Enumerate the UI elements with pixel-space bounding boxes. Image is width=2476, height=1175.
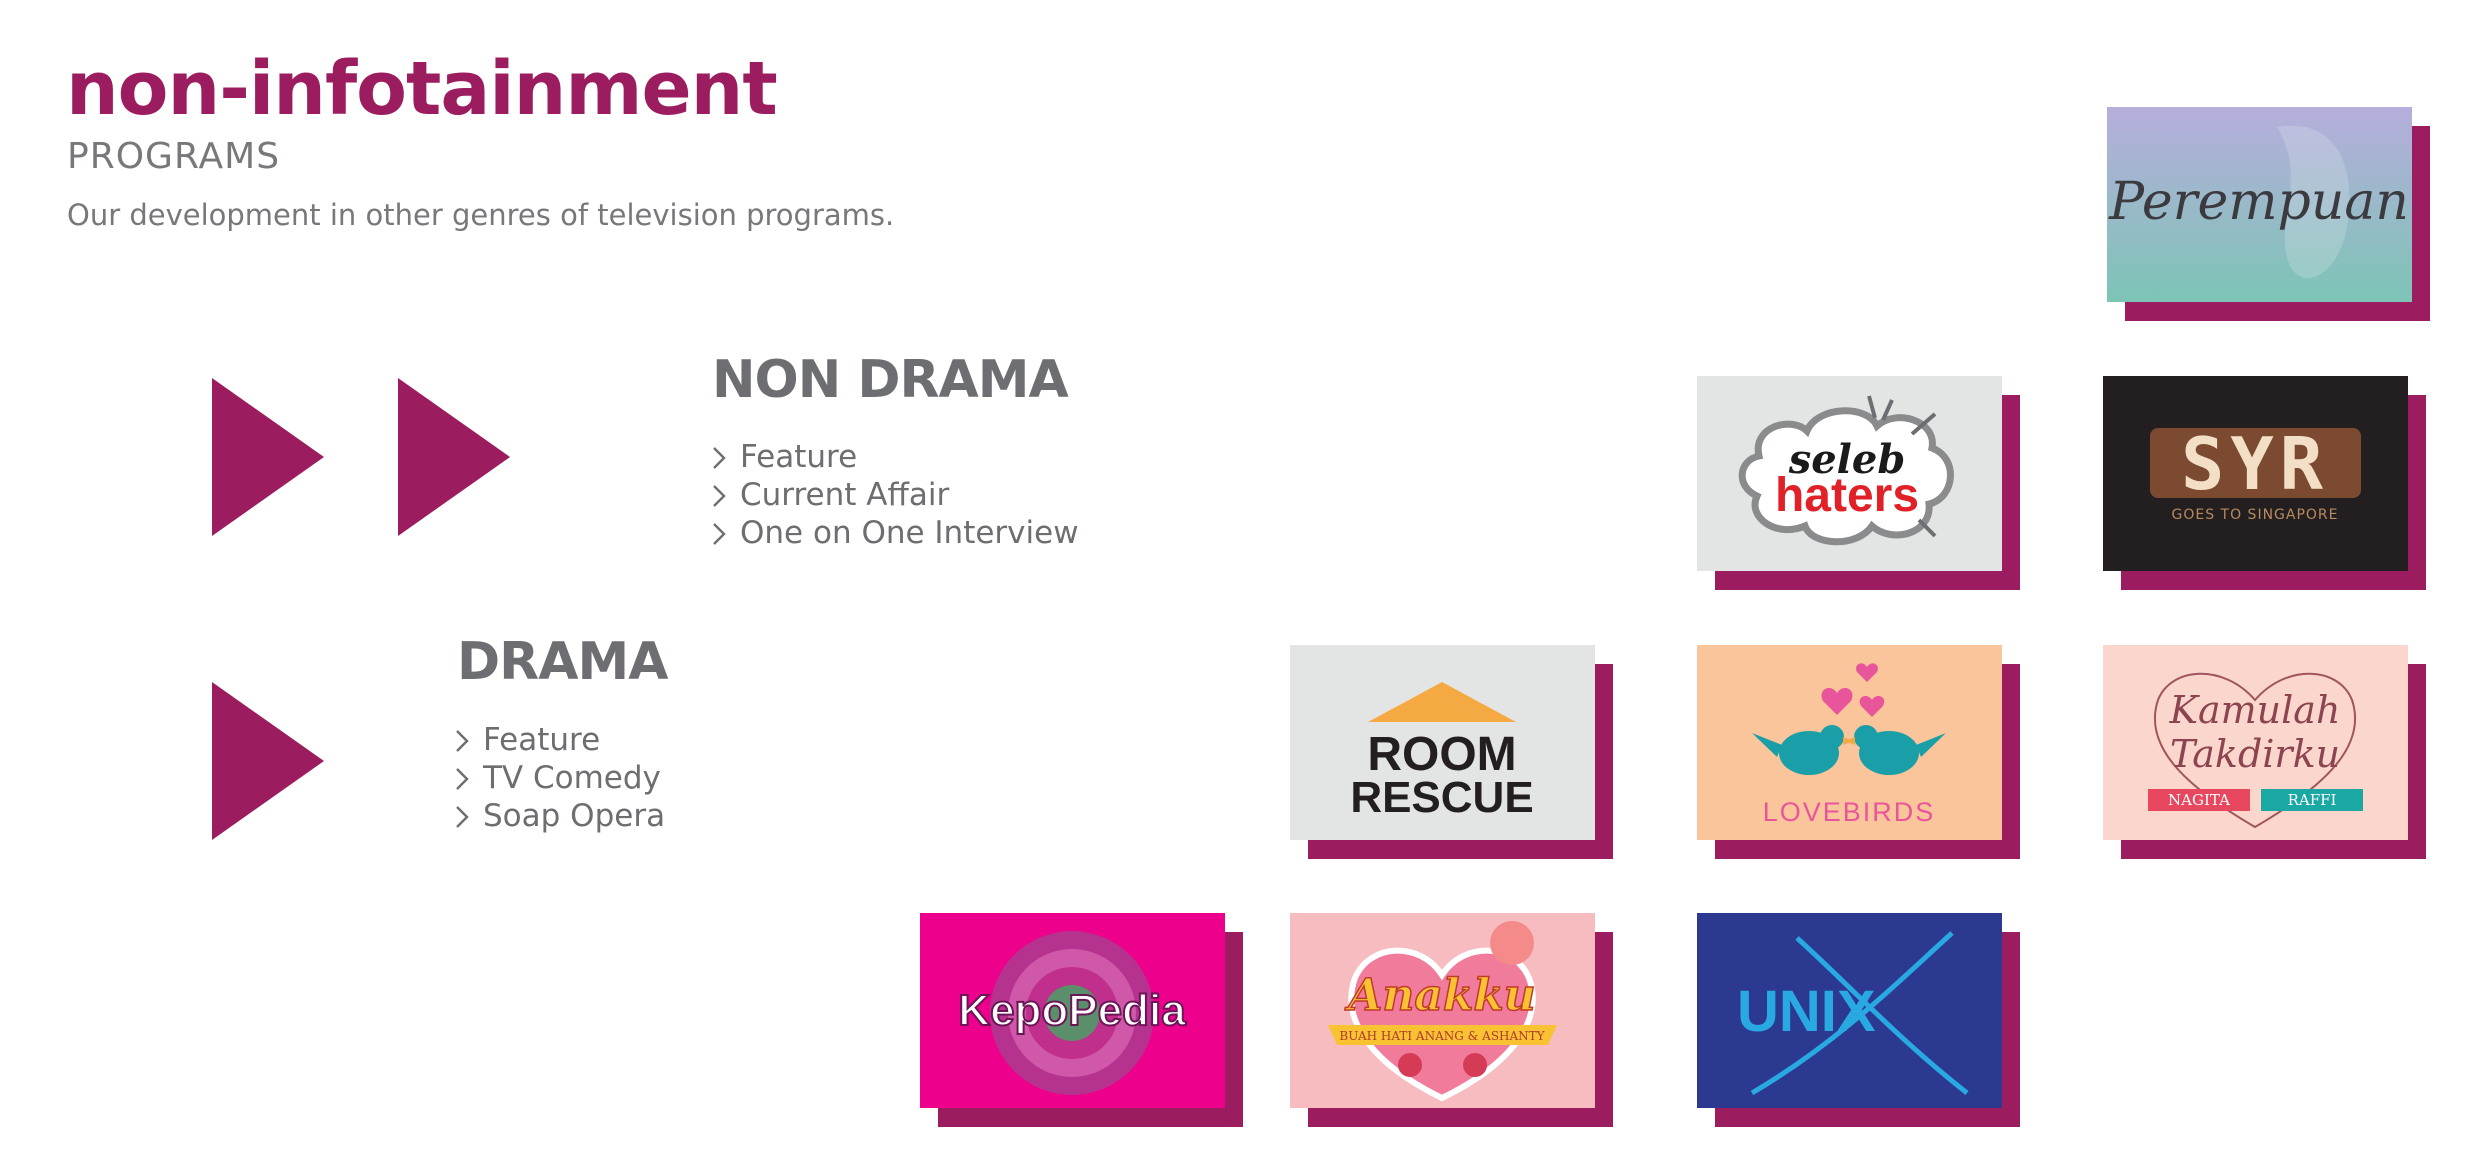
play-arrow-icon: [212, 682, 324, 840]
program-logo-seleb-haters: seleb haters: [1697, 376, 2002, 571]
chevron-right-icon: [713, 485, 726, 507]
non-drama-heading: NON DRAMA: [712, 350, 1069, 410]
svg-text:RAFFI: RAFFI: [2288, 791, 2337, 809]
program-card-perempuan[interactable]: Perempuan: [2107, 107, 2430, 321]
list-item-label: Feature: [483, 722, 601, 758]
page-title: non-infotainment: [66, 46, 778, 132]
svg-text:Anakku: Anakku: [1344, 970, 1536, 1021]
program-logo-room-rescue: ROOM RESCUE: [1290, 645, 1595, 840]
program-logo-kepopedia: KepoPedia: [920, 913, 1225, 1108]
chevron-right-icon: [456, 730, 469, 752]
list-item: TV Comedy: [455, 759, 665, 797]
program-card-lovebirds[interactable]: LOVEBIRDS: [1697, 645, 2020, 859]
svg-text:NAGITA: NAGITA: [2168, 791, 2230, 809]
program-card-room-rescue[interactable]: ROOM RESCUE: [1290, 645, 1613, 859]
svg-text:SYR: SYR: [2181, 422, 2329, 506]
program-card-seleb-haters[interactable]: seleb haters: [1697, 376, 2020, 590]
list-item: Current Affair: [712, 476, 1079, 514]
svg-text:LOVEBIRDS: LOVEBIRDS: [1763, 797, 1936, 827]
svg-text:BUAH HATI ANANG & ASHANTY: BUAH HATI ANANG & ASHANTY: [1339, 1029, 1545, 1043]
drama-heading: DRAMA: [457, 632, 668, 692]
list-item: Soap Opera: [455, 797, 665, 835]
svg-text:KepoPedia: KepoPedia: [958, 986, 1186, 1035]
list-item: One on One Interview: [712, 514, 1079, 552]
list-item-label: Current Affair: [740, 477, 950, 513]
chevron-right-icon: [713, 523, 726, 545]
program-logo-perempuan: Perempuan: [2107, 107, 2412, 302]
svg-text:haters: haters: [1775, 469, 1919, 522]
svg-text:Perempuan: Perempuan: [2108, 172, 2409, 232]
page-description: Our development in other genres of telev…: [67, 198, 895, 232]
svg-text:RESCUE: RESCUE: [1350, 773, 1533, 822]
list-item-label: Soap Opera: [483, 798, 666, 834]
program-card-syr[interactable]: SYR GOES TO SINGAPORE: [2103, 376, 2426, 590]
list-item: Feature: [455, 721, 665, 759]
page-subtitle: PROGRAMS: [67, 136, 281, 177]
svg-text:UNIX: UNIX: [1737, 979, 1876, 1044]
play-arrow-icon: [398, 378, 510, 536]
chevron-right-icon: [456, 768, 469, 790]
list-item-label: One on One Interview: [740, 515, 1079, 551]
program-logo-unix: UNIX: [1697, 913, 2002, 1108]
program-logo-kamulah-takdirku: Kamulah Takdirku NAGITA RAFFI: [2103, 645, 2408, 840]
program-card-kepopedia[interactable]: KepoPedia: [920, 913, 1243, 1127]
chevron-right-icon: [456, 806, 469, 828]
program-card-anakku[interactable]: Anakku BUAH HATI ANANG & ASHANTY: [1290, 913, 1613, 1127]
chevron-right-icon: [713, 447, 726, 469]
program-card-kamulah-takdirku[interactable]: Kamulah Takdirku NAGITA RAFFI: [2103, 645, 2426, 859]
non-drama-list: Feature Current Affair One on One Interv…: [712, 438, 1079, 552]
list-item-label: TV Comedy: [483, 760, 661, 796]
drama-list: Feature TV Comedy Soap Opera: [455, 721, 665, 835]
svg-text:GOES TO SINGAPORE: GOES TO SINGAPORE: [2171, 507, 2338, 523]
program-logo-lovebirds: LOVEBIRDS: [1697, 645, 2002, 840]
svg-text:Takdirku: Takdirku: [2170, 732, 2340, 776]
program-logo-anakku: Anakku BUAH HATI ANANG & ASHANTY: [1290, 913, 1595, 1108]
program-logo-syr: SYR GOES TO SINGAPORE: [2103, 376, 2408, 571]
list-item-label: Feature: [740, 439, 858, 475]
program-card-unix[interactable]: UNIX: [1697, 913, 2020, 1127]
play-arrow-icon: [212, 378, 324, 536]
svg-text:Kamulah: Kamulah: [2169, 688, 2341, 732]
list-item: Feature: [712, 438, 1079, 476]
